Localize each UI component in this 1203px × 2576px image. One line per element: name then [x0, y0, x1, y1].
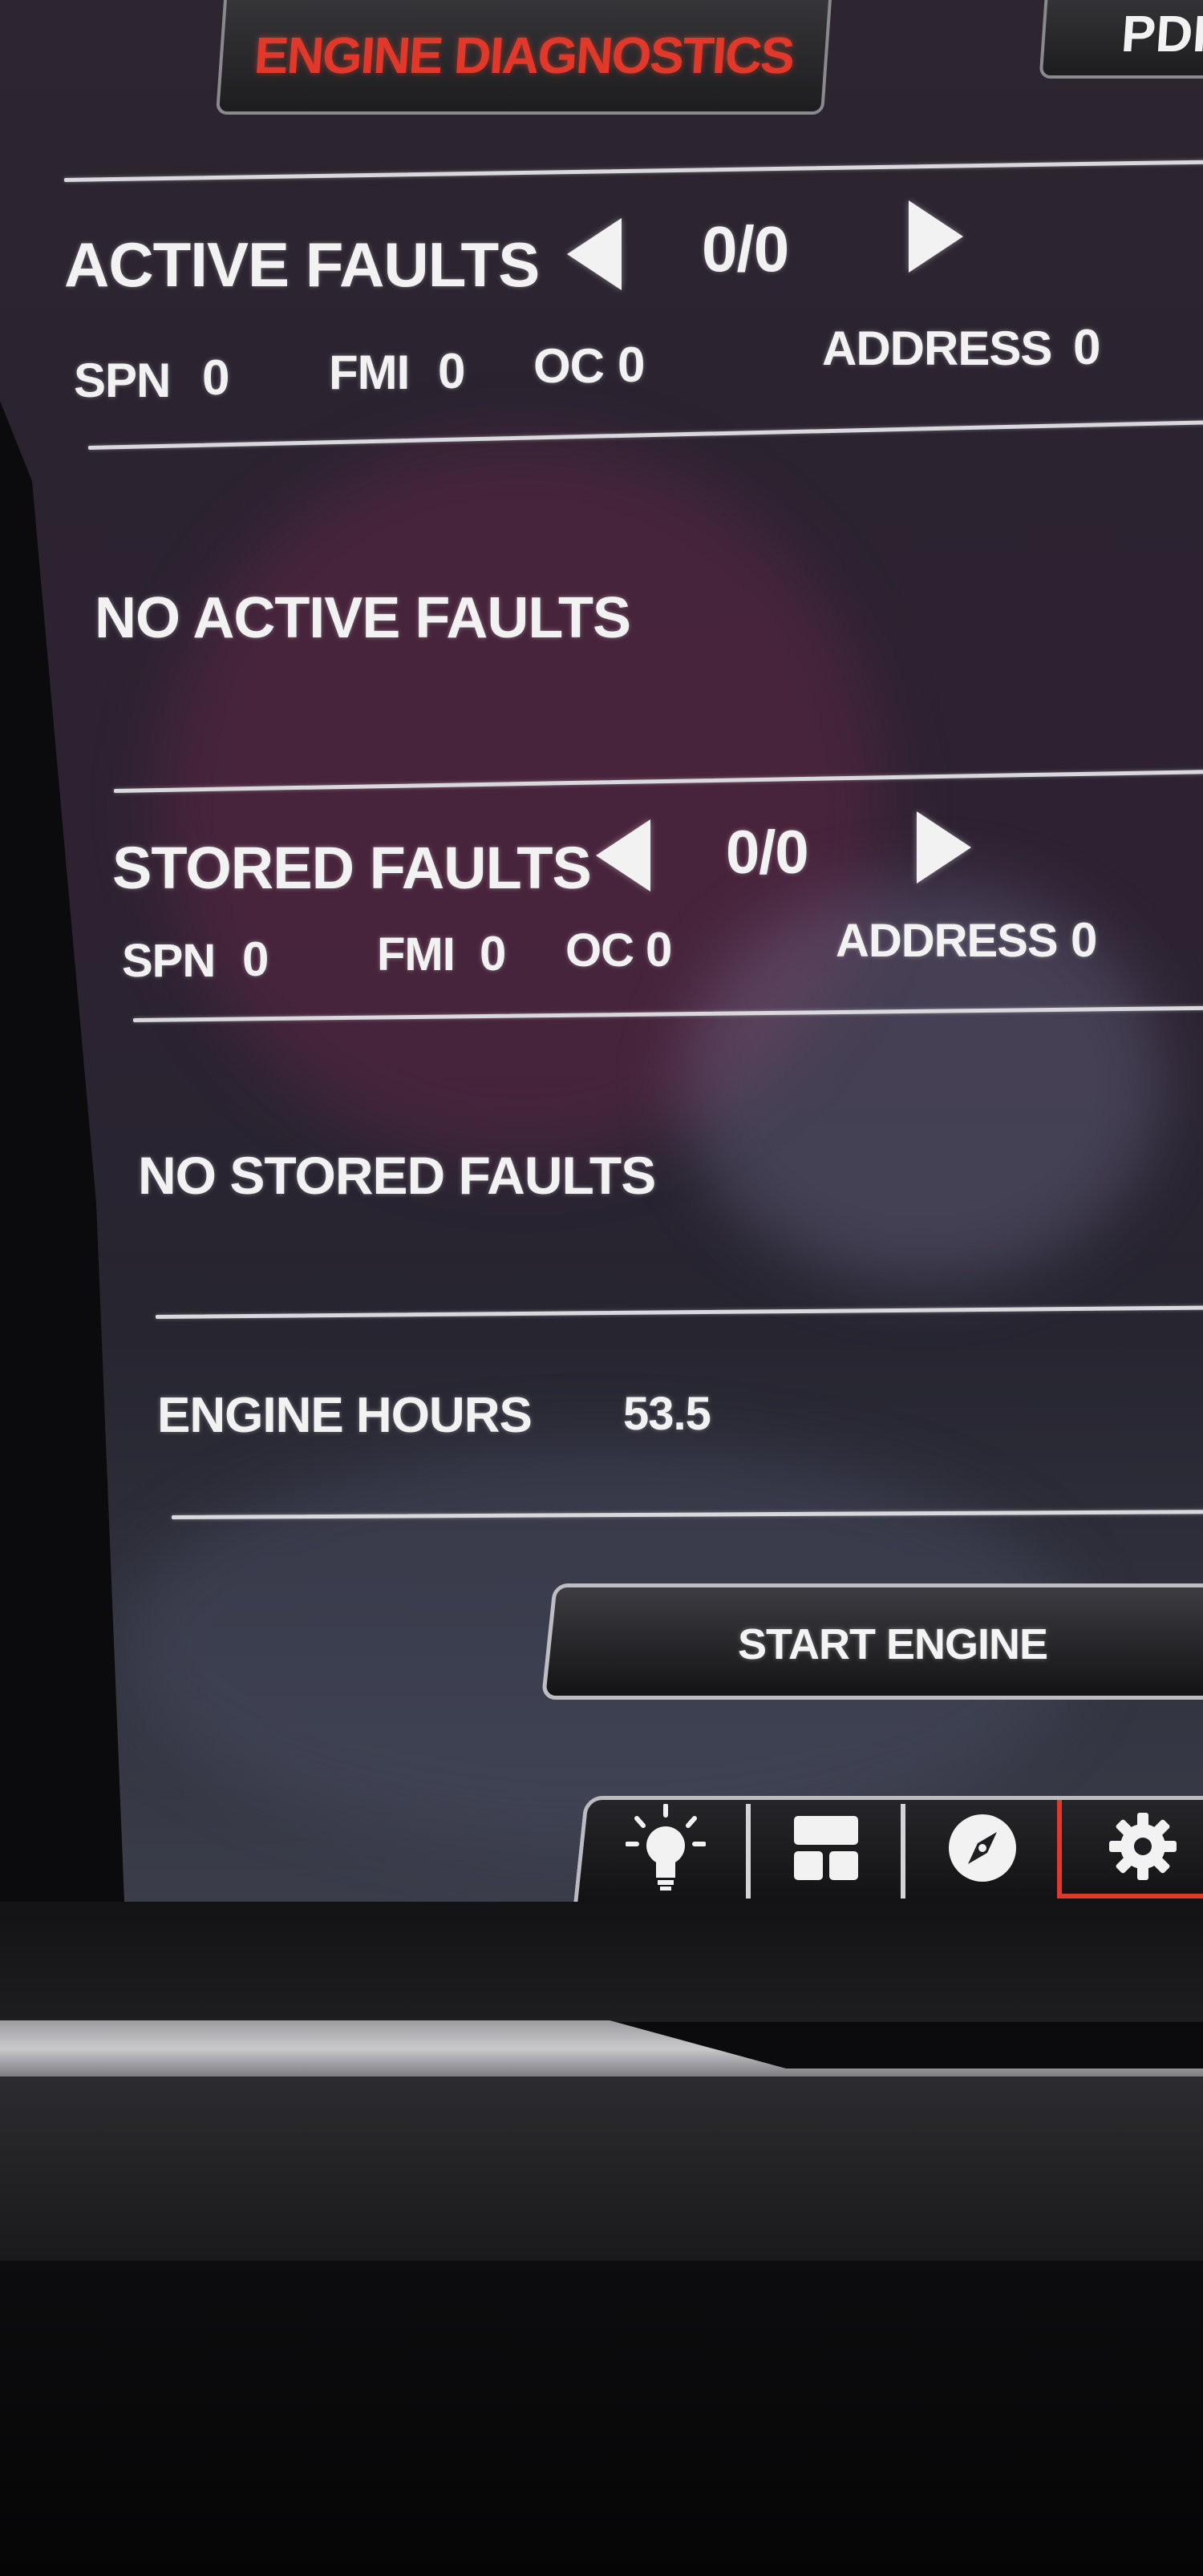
stored-faults-next-arrow-icon[interactable] [917, 811, 971, 884]
divider-engine-hours [171, 1510, 1203, 1519]
device-bezel-upper [0, 1902, 1203, 2022]
active-address-label: ADDRESS [822, 321, 1052, 375]
divider-active-header [87, 420, 1203, 450]
device-bezel-lower [0, 2077, 1203, 2261]
no-active-faults-message: NO ACTIVE FAULTS [95, 586, 631, 650]
engine-hours-value: 53.5 [623, 1388, 711, 1440]
divider-stored-header [132, 1005, 1203, 1022]
stored-spn-value: 0 [242, 932, 269, 986]
screen-reflection [160, 441, 882, 1163]
tab-pdi-label: PDI [1119, 4, 1203, 63]
stored-oc-value: 0 [646, 923, 672, 977]
active-fmi-value: 0 [438, 344, 465, 399]
nav-item-lighting[interactable] [618, 1800, 714, 1896]
active-faults-pager: 0/0 [702, 213, 789, 285]
stored-oc-label: OC [565, 924, 634, 977]
active-faults-next-arrow-icon[interactable] [909, 200, 963, 273]
nav-separator [901, 1804, 905, 1899]
device-trim-strip [0, 2020, 1203, 2077]
nav-item-navigation[interactable] [938, 1804, 1027, 1892]
active-faults-title: ACTIVE FAULTS [64, 229, 540, 300]
stored-faults-title: STORED FAULTS [112, 835, 592, 901]
device-base [0, 2261, 1203, 2576]
stored-address-value: 0 [1071, 913, 1097, 967]
lightbulb-icon [626, 1804, 706, 1891]
active-address-value: 0 [1073, 320, 1100, 375]
stored-fmi-value: 0 [480, 927, 506, 981]
tab-engine-diagnostics[interactable]: ENGINE DIAGNOSTICS [215, 0, 834, 115]
engine-hours-label: ENGINE HOURS [157, 1388, 533, 1443]
no-stored-faults-message: NO STORED FAULTS [138, 1146, 656, 1205]
stored-faults-prev-arrow-icon[interactable] [596, 819, 650, 892]
nav-item-layout[interactable] [782, 1804, 870, 1892]
layout-icon [794, 1816, 858, 1880]
nav-item-settings[interactable] [1099, 1802, 1187, 1891]
active-spn-value: 0 [202, 350, 229, 406]
tab-engine-diagnostics-label: ENGINE DIAGNOSTICS [252, 26, 796, 84]
stored-fmi-label: FMI [377, 928, 456, 981]
active-oc-value: 0 [618, 338, 645, 393]
gear-icon [1109, 1813, 1177, 1880]
divider-active-section [113, 770, 1203, 793]
active-spn-label: SPN [74, 354, 171, 407]
stored-spn-label: SPN [122, 935, 216, 987]
stored-faults-pager: 0/0 [726, 819, 809, 887]
active-fmi-label: FMI [329, 346, 410, 399]
divider-stored-section [155, 1305, 1203, 1319]
start-engine-label: START ENGINE [738, 1620, 1048, 1668]
active-faults-prev-arrow-icon[interactable] [567, 218, 622, 290]
divider-header [63, 160, 1203, 182]
nav-separator [746, 1804, 751, 1899]
compass-icon [949, 1814, 1016, 1882]
active-oc-label: OC [533, 339, 605, 393]
diagnostics-screen: ENGINE DIAGNOSTICS PDI ACTIVE FAULTS 0/0… [0, 0, 1203, 1902]
stored-address-label: ADDRESS [836, 915, 1059, 967]
tab-pdi[interactable]: PDI [1039, 0, 1203, 79]
